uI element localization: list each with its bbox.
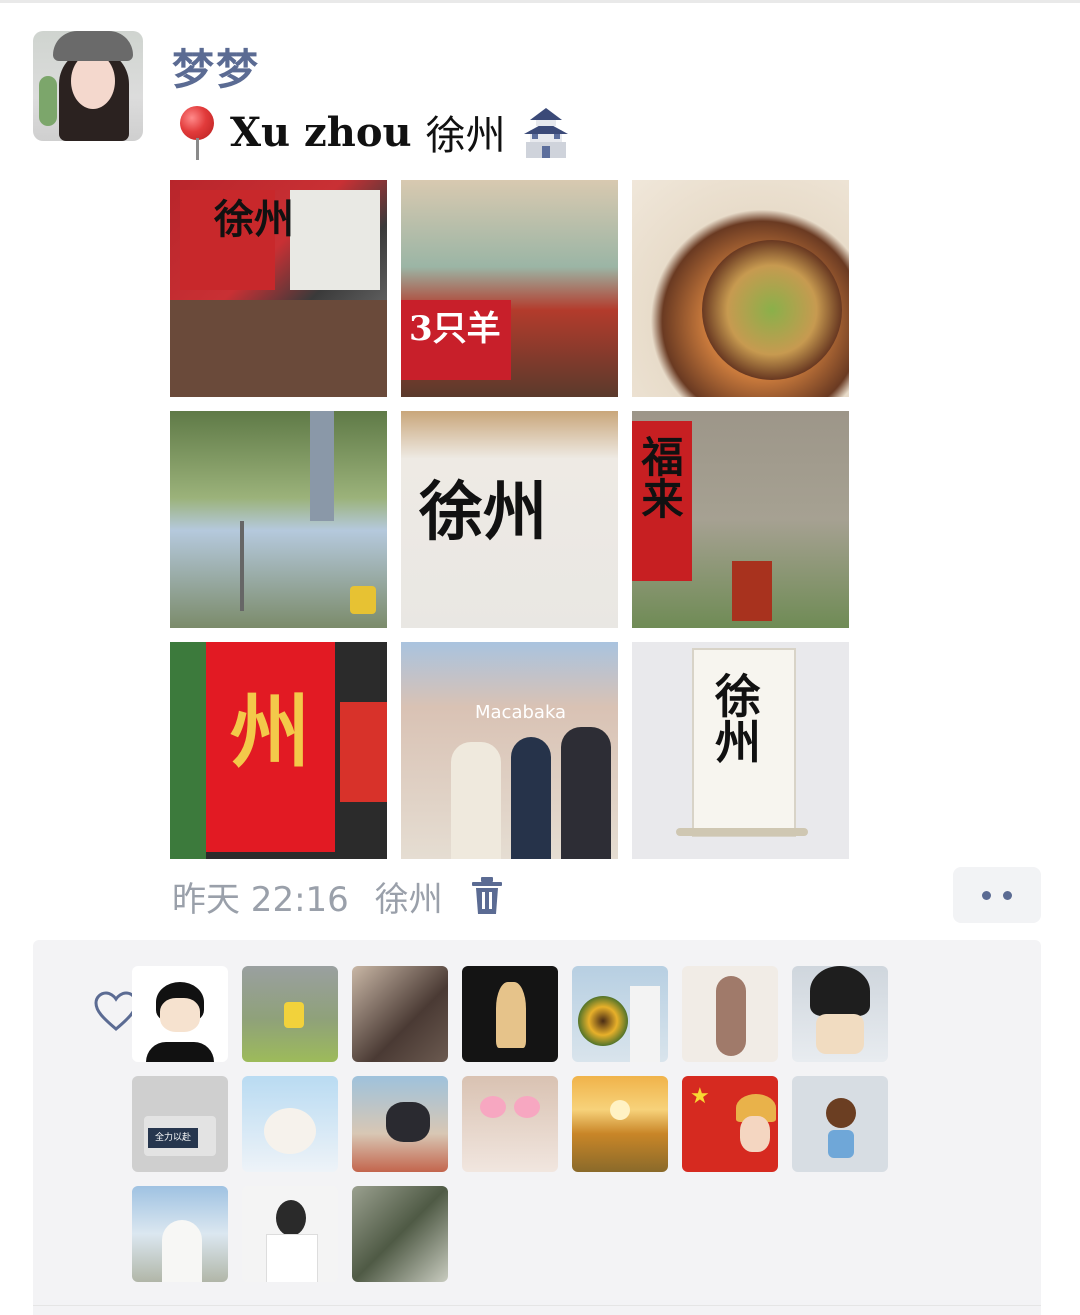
avatar-hat — [53, 31, 133, 61]
likes-panel: 全力以赴 ★ — [33, 940, 1041, 1315]
post-meta: 昨天 22:16 徐州 — [172, 872, 505, 921]
liker-avatar[interactable] — [132, 966, 228, 1062]
photo-8[interactable]: Macabaka — [401, 642, 618, 859]
photo-2[interactable]: 3只羊 — [401, 180, 618, 397]
liker-avatar[interactable] — [792, 966, 888, 1062]
liker-avatar[interactable] — [682, 966, 778, 1062]
star-icon: ★ — [690, 1084, 710, 1109]
pin-icon — [178, 104, 216, 160]
bottom-divider — [33, 1305, 1041, 1306]
photo-6[interactable]: 福来 — [632, 411, 849, 628]
top-divider — [0, 0, 1080, 3]
avatar-face — [71, 53, 115, 109]
photo-3[interactable] — [632, 180, 849, 397]
trash-icon[interactable] — [469, 876, 505, 916]
liker-avatar[interactable] — [462, 1076, 558, 1172]
photo-grid: 徐州 3只羊 徐州 福来 州 Macabaka 徐州 — [170, 180, 850, 860]
more-button[interactable] — [953, 867, 1041, 923]
location-latin: Xu zhou — [230, 108, 412, 156]
more-dot — [1003, 890, 1012, 900]
liker-avatar[interactable] — [242, 1076, 338, 1172]
photo-9[interactable]: 徐州 — [632, 642, 849, 859]
post-location-text: Xu zhou 徐州 — [178, 102, 572, 162]
liker-avatar[interactable] — [352, 966, 448, 1062]
liker-avatar[interactable]: 全力以赴 — [132, 1076, 228, 1172]
post-timestamp: 昨天 22:16 — [172, 879, 349, 920]
liker-avatar[interactable] — [352, 1186, 448, 1282]
location-cn: 徐州 — [425, 113, 506, 159]
liker-avatar[interactable] — [572, 966, 668, 1062]
castle-icon — [523, 108, 568, 158]
liker-avatar[interactable]: ★ — [682, 1076, 778, 1172]
author-avatar[interactable] — [33, 31, 143, 141]
avatar-plant — [39, 76, 57, 126]
post-location-tag[interactable]: 徐州 — [375, 872, 443, 921]
photo-5[interactable]: 徐州 — [401, 411, 618, 628]
liker-avatar[interactable] — [242, 1186, 338, 1282]
author-name[interactable]: 梦梦 — [172, 36, 260, 97]
liker-avatar[interactable] — [132, 1186, 228, 1282]
photo-7[interactable]: 州 — [170, 642, 387, 859]
photo-4[interactable] — [170, 411, 387, 628]
more-dot — [982, 890, 991, 900]
photo-1[interactable]: 徐州 — [170, 180, 387, 397]
liker-avatar[interactable] — [792, 1076, 888, 1172]
liker-avatar[interactable] — [572, 1076, 668, 1172]
liker-avatar[interactable] — [462, 966, 558, 1062]
liker-avatar[interactable] — [242, 966, 338, 1062]
liker-avatar[interactable] — [352, 1076, 448, 1172]
liker-card-text: 全力以赴 — [148, 1128, 198, 1148]
